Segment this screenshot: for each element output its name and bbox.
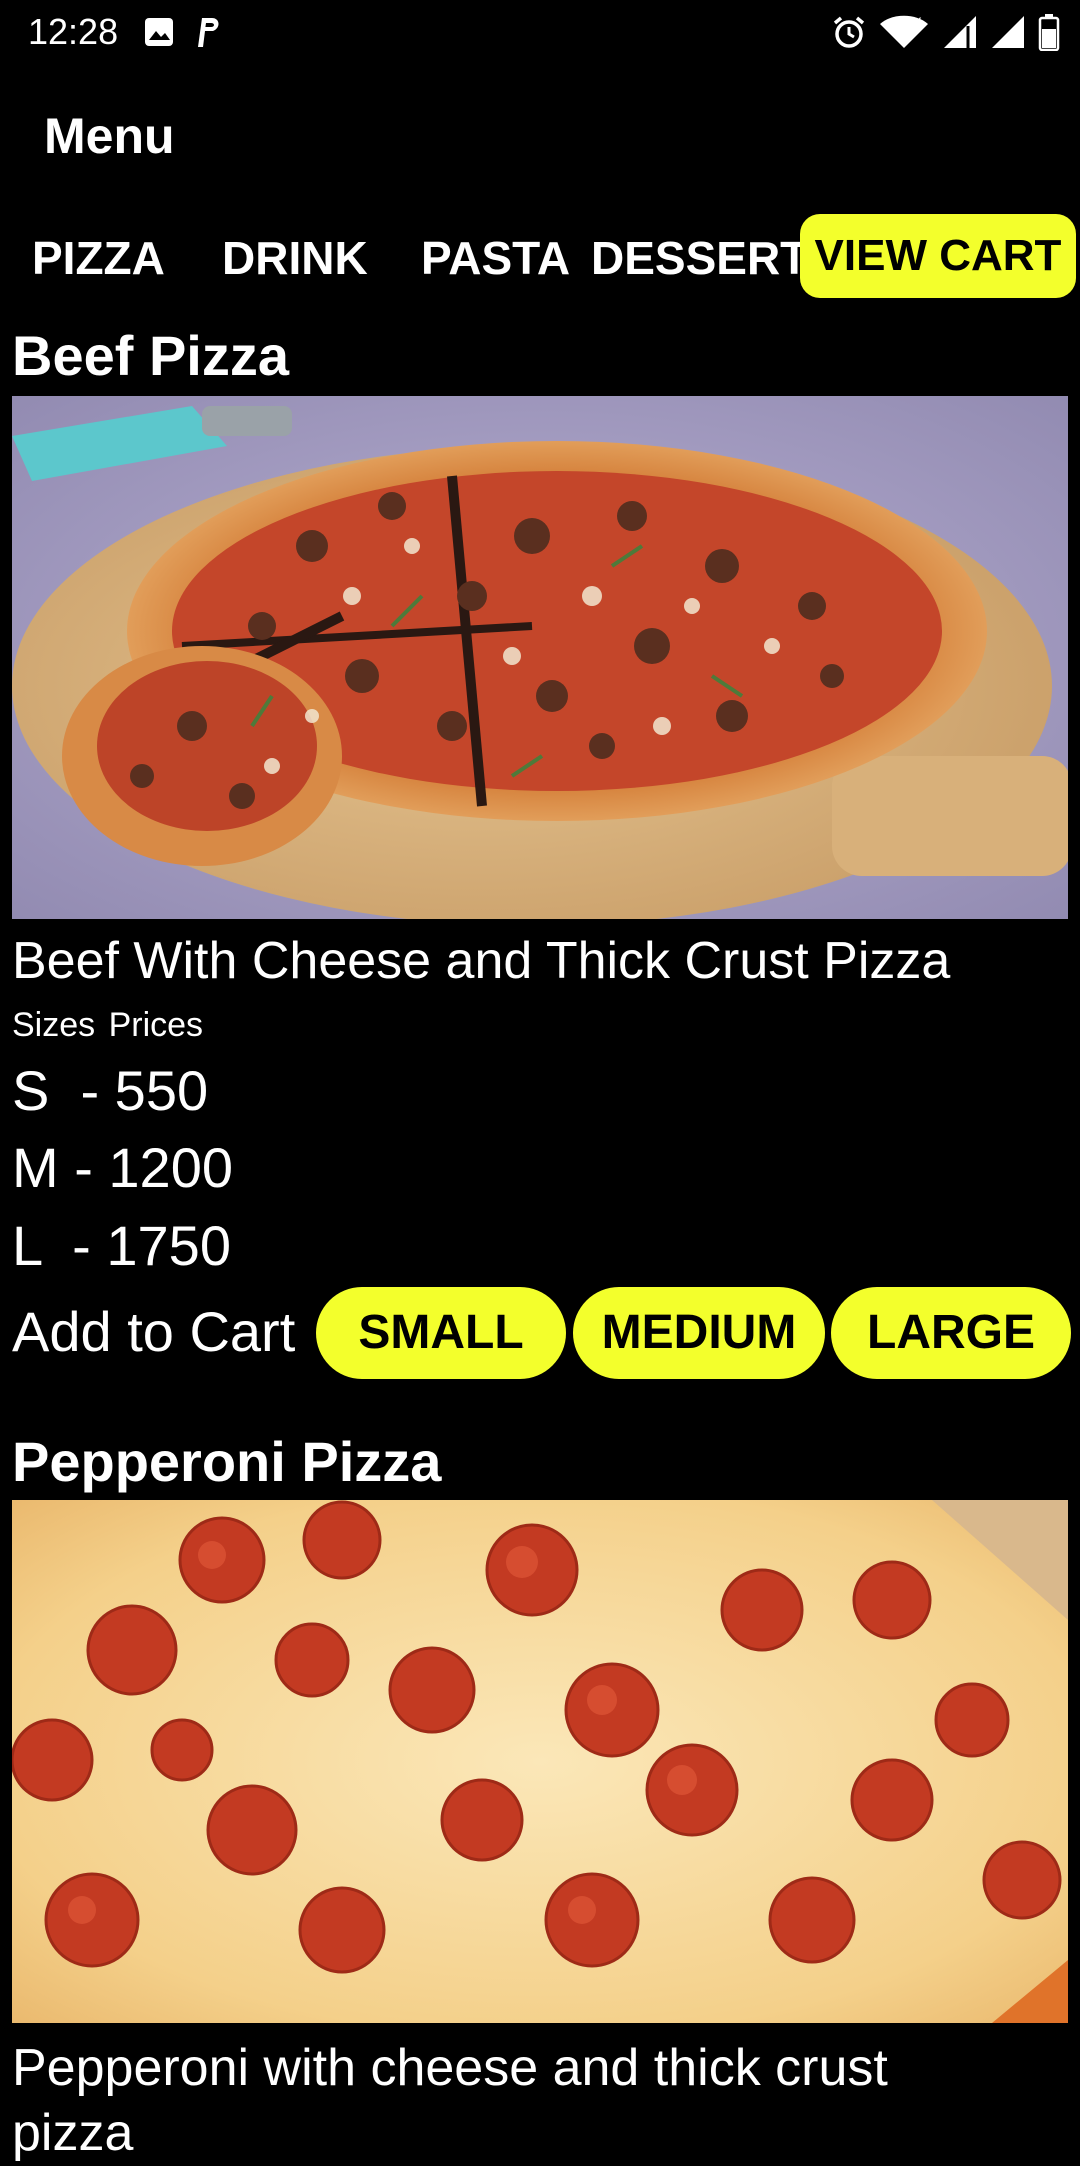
status-left-icons bbox=[143, 14, 223, 50]
status-time: 12:28 bbox=[28, 11, 119, 52]
alarm-icon bbox=[832, 15, 866, 49]
add-large-button[interactable]: LARGE bbox=[831, 1287, 1071, 1379]
status-bar: 12:28 x bbox=[0, 0, 1080, 64]
battery-icon bbox=[1038, 13, 1060, 51]
tab-pasta[interactable]: PASTA bbox=[421, 228, 570, 288]
tab-pizza[interactable]: PIZZA bbox=[32, 228, 165, 288]
product-title: Beef Pizza bbox=[12, 324, 289, 387]
image-icon bbox=[143, 16, 175, 48]
page-title: Menu bbox=[44, 108, 175, 164]
price-small: S - 550 bbox=[12, 1059, 209, 1122]
beef-pizza-image bbox=[12, 396, 1068, 919]
price-large: L - 1750 bbox=[12, 1214, 231, 1277]
view-cart-button[interactable]: VIEW CART bbox=[800, 214, 1076, 298]
price-medium: M - 1200 bbox=[12, 1136, 233, 1199]
add-to-cart-label: Add to Cart bbox=[12, 1300, 296, 1363]
product-description: Beef With Cheese and Thick Crust Pizza bbox=[12, 932, 951, 990]
product-title: Pepperoni Pizza bbox=[12, 1430, 442, 1493]
signal-icon bbox=[990, 14, 1026, 50]
svg-text:x: x bbox=[914, 14, 922, 29]
status-right-icons: x bbox=[832, 12, 1060, 52]
add-small-button[interactable]: SMALL bbox=[316, 1287, 566, 1379]
parking-icon bbox=[193, 15, 223, 49]
pepperoni-pizza-image bbox=[12, 1500, 1068, 2023]
wifi-icon: x bbox=[878, 14, 930, 50]
product-description-line1: Pepperoni with cheese and thick crust bbox=[12, 2039, 888, 2097]
tab-drink[interactable]: DRINK bbox=[222, 228, 368, 288]
signal-icon bbox=[942, 14, 978, 50]
product-description-line2: pizza bbox=[12, 2104, 134, 2162]
tab-dessert[interactable]: DESSERT bbox=[591, 228, 808, 288]
sizes-prices-header: Sizes Prices bbox=[12, 1006, 204, 1044]
add-medium-button[interactable]: MEDIUM bbox=[573, 1287, 825, 1379]
